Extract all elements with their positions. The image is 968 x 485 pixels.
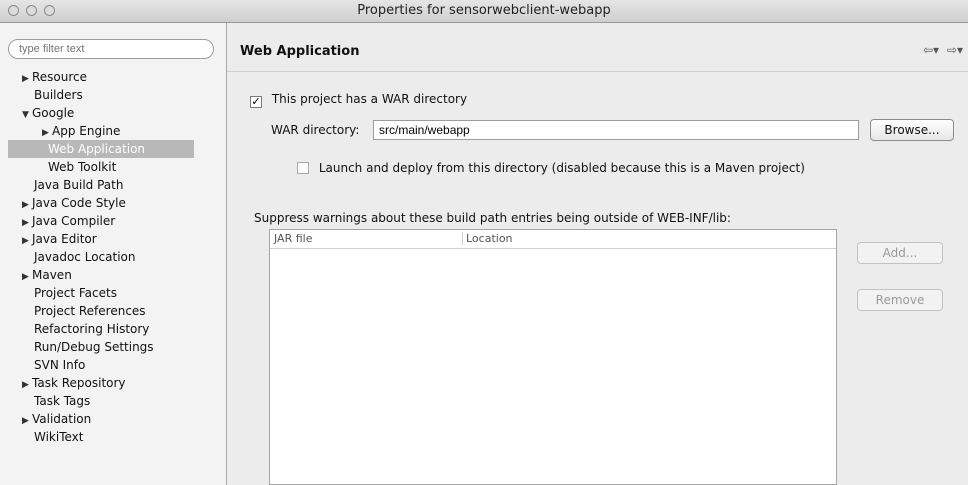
war-directory-checkbox[interactable]: ✓ [250,96,262,108]
tree-item-label: WikiText [34,430,84,444]
tree-item-label: Task Tags [34,394,91,408]
page-header: Web Application ⇦▾ ⇨▾ [227,33,968,72]
tree-item-app-engine[interactable]: ▶ App Engine [42,122,120,140]
tree-item-run-debug-settings[interactable]: Run/Debug Settings [34,338,154,356]
war-directory-checkbox-row[interactable]: ✓ This project has a WAR directory [250,92,467,108]
tree-item-label: Java Editor [32,232,97,246]
tree-item-resource[interactable]: ▶ Resource [22,68,87,86]
tree-item-label: Project References [34,304,146,318]
tree-item-wikitext[interactable]: WikiText [34,428,84,446]
add-button[interactable]: Add... [857,242,943,264]
tree-item-java-build-path[interactable]: Java Build Path [34,176,123,194]
tree-item-web-toolkit[interactable]: Web Toolkit [34,158,116,176]
tree-item-label: Builders [34,88,83,102]
tree-item-label: Java Code Style [32,196,126,210]
jar-table-header: JAR file Location [270,230,836,249]
tree-item-label: Refactoring History [34,322,150,336]
remove-button[interactable]: Remove [857,289,943,311]
forward-arrow-icon[interactable]: ⇨▾ [947,43,963,57]
tree-item-validation[interactable]: ▶ Validation [22,410,91,428]
tree-item-task-repository[interactable]: ▶ Task Repository [22,374,126,392]
collapsed-twisty-icon[interactable]: ▶ [22,70,32,88]
war-directory-checkbox-label: This project has a WAR directory [271,92,468,106]
location-column-header[interactable]: Location [462,232,513,245]
category-sidebar: ▶ResourceBuilders▼Google▶App EngineWeb A… [0,23,227,485]
tree-item-java-code-style[interactable]: ▶ Java Code Style [22,194,126,212]
war-directory-input[interactable] [373,120,859,140]
tree-item-javadoc-location[interactable]: Javadoc Location [34,248,135,266]
tree-item-google[interactable]: ▼ Google [22,104,74,122]
page-title: Web Application [240,44,360,59]
tree-item-svn-info[interactable]: SVN Info [34,356,85,374]
tree-item-project-facets[interactable]: Project Facets [34,284,117,302]
expanded-twisty-icon[interactable]: ▼ [22,106,32,124]
window-title: Properties for sensorwebclient-webapp [357,3,611,18]
tree-item-label: Task Repository [32,376,126,390]
tree-item-label: Project Facets [34,286,117,300]
war-directory-label: WAR directory: [271,123,360,137]
tree-item-label: Validation [32,412,92,426]
collapsed-twisty-icon[interactable]: ▶ [22,232,32,250]
tree-item-label: Maven [32,268,72,282]
title-bar: Properties for sensorwebclient-webapp [0,0,968,23]
launch-deploy-row: Launch and deploy from this directory (d… [297,161,805,175]
tree-item-label: Java Build Path [34,178,124,192]
tree-item-java-editor[interactable]: ▶ Java Editor [22,230,97,248]
filter-input[interactable] [8,39,214,59]
collapsed-twisty-icon[interactable]: ▶ [22,412,32,430]
tree-item-label: Google [32,106,75,120]
tree-item-java-compiler[interactable]: ▶ Java Compiler [22,212,115,230]
collapsed-twisty-icon[interactable]: ▶ [22,268,32,286]
tree-item-label: Resource [32,70,88,84]
launch-deploy-label: Launch and deploy from this directory (d… [318,161,805,175]
tree-item-label: Web Toolkit [48,160,117,174]
launch-deploy-checkbox [297,162,309,174]
tree-item-label: Web Application [48,142,146,156]
tree-item-label: Java Compiler [32,214,116,228]
tree-item-label: Javadoc Location [34,250,136,264]
tree-item-label: SVN Info [34,358,86,372]
tree-item-label: App Engine [52,124,121,138]
suppress-warnings-label: Suppress warnings about these build path… [254,211,731,225]
jar-file-column-header[interactable]: JAR file [274,232,312,245]
tree-item-maven[interactable]: ▶ Maven [22,266,72,284]
tree-item-builders[interactable]: Builders [34,86,83,104]
properties-window: Properties for sensorwebclient-webapp ▶R… [0,0,968,485]
tree-item-task-tags[interactable]: Task Tags [34,392,90,410]
jar-table[interactable]: JAR file Location [269,229,837,485]
browse-button[interactable]: Browse... [870,119,954,141]
property-page: Web Application ⇦▾ ⇨▾ ✓ This project has… [227,23,968,485]
back-arrow-icon[interactable]: ⇦▾ [923,43,939,57]
tree-item-label: Run/Debug Settings [34,340,154,354]
collapsed-twisty-icon[interactable]: ▶ [22,376,32,394]
tree-item-refactoring-history[interactable]: Refactoring History [34,320,149,338]
tree-item-web-application[interactable]: Web Application [8,140,194,158]
tree-item-project-references[interactable]: Project References [34,302,146,320]
